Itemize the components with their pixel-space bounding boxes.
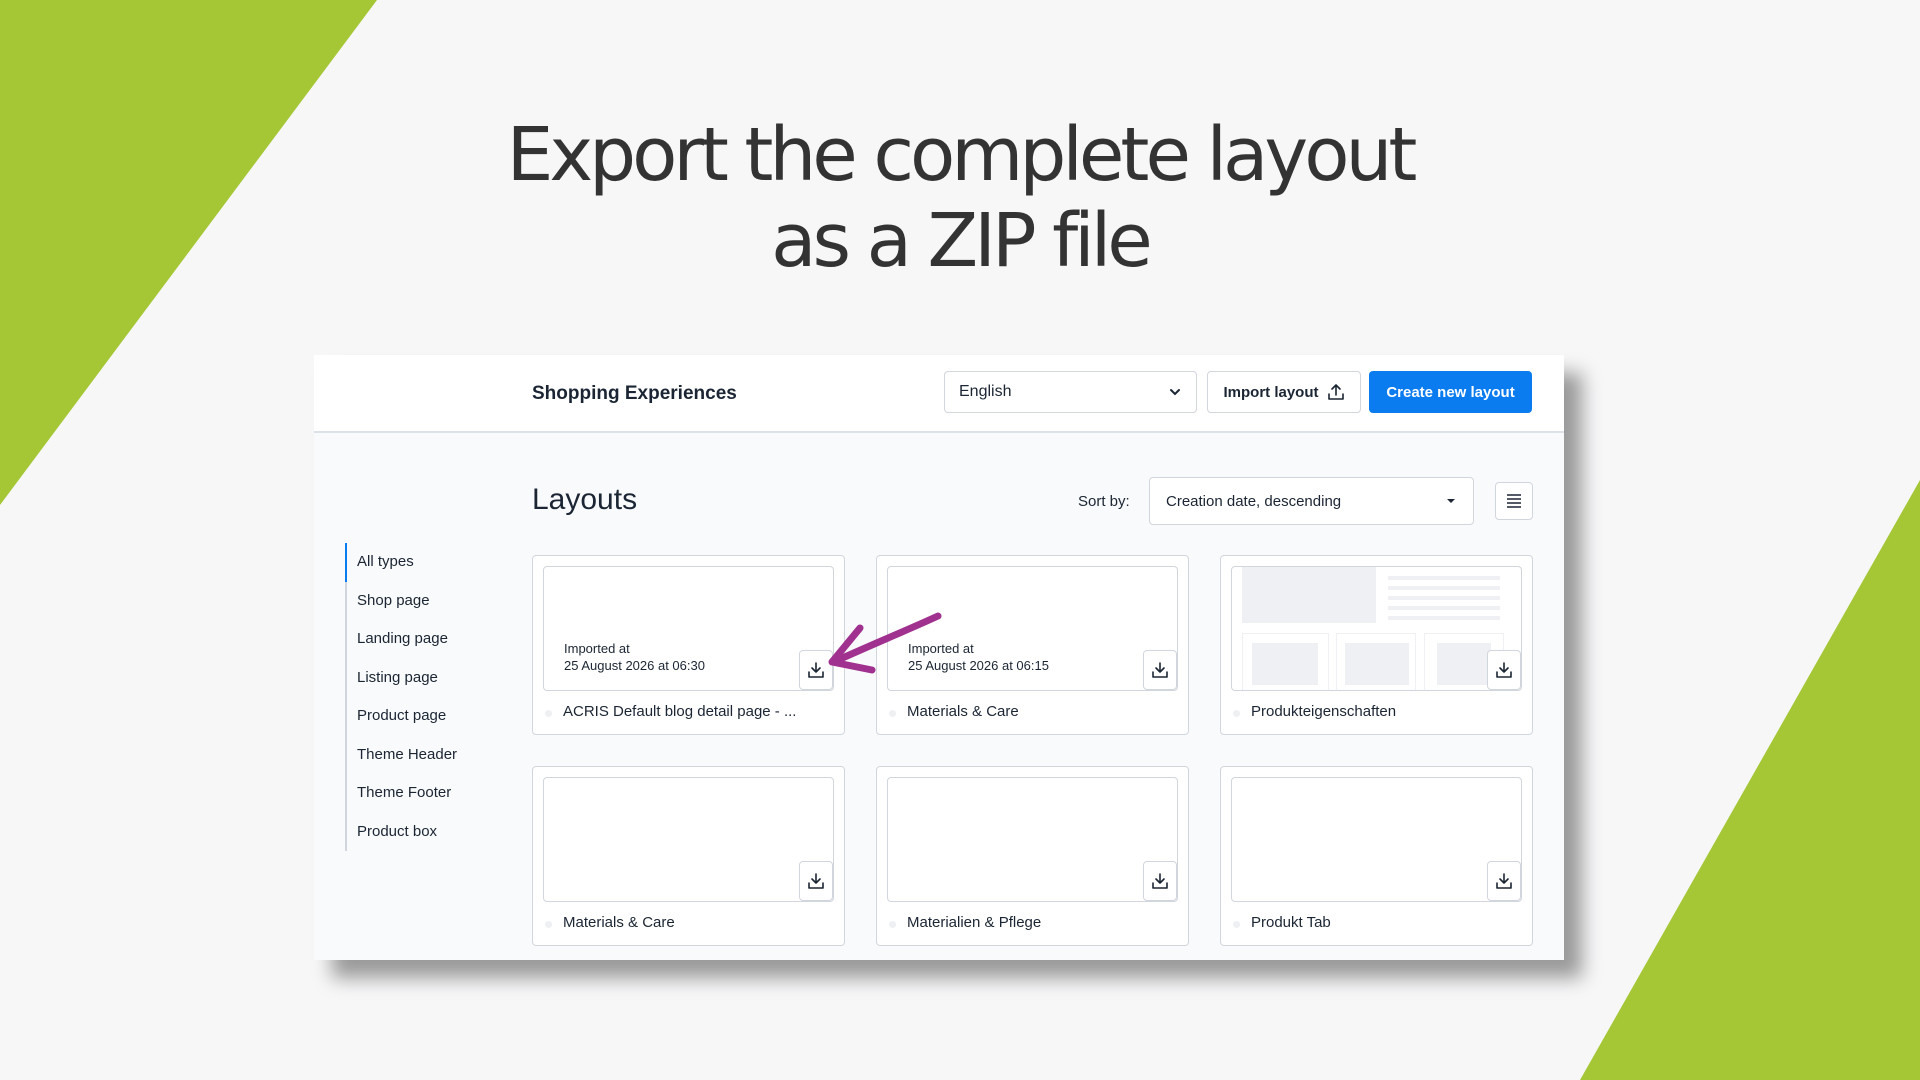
- create-new-layout-button[interactable]: Create new layout: [1369, 371, 1532, 413]
- layout-preview: [887, 777, 1178, 902]
- layout-type-sidebar: All types Shop page Landing page Listing…: [345, 543, 495, 851]
- import-layout-button[interactable]: Import layout: [1207, 371, 1361, 413]
- sidebar-item-landing-page[interactable]: Landing page: [345, 620, 495, 659]
- layout-card[interactable]: Produkt Tab: [1220, 766, 1533, 946]
- sidebar-item-theme-header[interactable]: Theme Header: [345, 736, 495, 775]
- top-bar: Shopping Experiences English Import layo…: [314, 355, 1564, 433]
- download-button[interactable]: [799, 861, 833, 901]
- status-dot: [545, 921, 552, 928]
- imported-label: Imported at: [564, 641, 630, 656]
- app-title: Shopping Experiences: [532, 383, 737, 404]
- sort-value: Creation date, descending: [1166, 492, 1342, 510]
- layout-preview: [543, 777, 834, 902]
- layout-card[interactable]: Materials & Care: [532, 766, 845, 946]
- chevron-down-icon: [1170, 389, 1180, 396]
- preview-line: [1388, 586, 1500, 590]
- status-dot: [889, 921, 896, 928]
- status-dot: [1233, 710, 1240, 717]
- import-info: Imported at 25 August 2026 at 06:30: [564, 640, 705, 674]
- status-dot: [545, 710, 552, 717]
- layout-name: ACRIS Default blog detail page - ...: [563, 703, 797, 720]
- status-dot: [889, 710, 896, 717]
- download-icon: [1496, 873, 1512, 889]
- upload-icon: [1327, 384, 1344, 400]
- language-select[interactable]: English: [944, 371, 1197, 413]
- layout-preview: [1231, 777, 1522, 902]
- layout-card[interactable]: Produkteigenschaften: [1220, 555, 1533, 735]
- download-button[interactable]: [1487, 650, 1521, 690]
- sidebar-item-product-box[interactable]: Product box: [345, 813, 495, 852]
- layout-name: Materials & Care: [563, 914, 675, 931]
- preview-line: [1388, 616, 1500, 620]
- download-icon: [1152, 662, 1168, 678]
- download-icon: [1152, 873, 1168, 889]
- sidebar-item-listing-page[interactable]: Listing page: [345, 659, 495, 698]
- layout-name: Materials & Care: [907, 703, 1019, 720]
- layout-card[interactable]: Imported at 25 August 2026 at 06:30 ACRI…: [532, 555, 845, 735]
- preview-block: [1252, 643, 1318, 685]
- preview-line: [1388, 596, 1500, 600]
- preview-line: [1388, 606, 1500, 610]
- preview-block: [1242, 567, 1376, 623]
- headline-line-1: Export the complete layout: [506, 112, 1418, 198]
- layout-name: Produkteigenschaften: [1251, 703, 1397, 720]
- preview-block: [1345, 643, 1409, 685]
- sidebar-item-product-page[interactable]: Product page: [345, 697, 495, 736]
- sort-label: Sort by:: [1078, 493, 1130, 510]
- sort-select[interactable]: Creation date, descending: [1149, 477, 1474, 525]
- headline-line-2: as a ZIP file: [771, 198, 1153, 284]
- layout-preview: [1231, 566, 1522, 691]
- slide-headline: Export the complete layout as a ZIP file: [0, 112, 1920, 284]
- sidebar-item-theme-footer[interactable]: Theme Footer: [345, 774, 495, 813]
- download-button[interactable]: [1143, 650, 1177, 690]
- language-value: English: [959, 383, 1012, 400]
- sidebar-item-all-types[interactable]: All types: [345, 543, 495, 582]
- layout-name: Materialien & Pflege: [907, 914, 1042, 931]
- download-icon: [1496, 662, 1512, 678]
- preview-block: [1437, 643, 1491, 685]
- download-button[interactable]: [1143, 861, 1177, 901]
- layout-name: Produkt Tab: [1251, 914, 1331, 931]
- green-triangle-right: [1580, 480, 1920, 1080]
- preview-line: [1388, 576, 1500, 580]
- chevron-down-icon: [1447, 499, 1455, 503]
- list-view-toggle[interactable]: [1495, 482, 1533, 520]
- imported-date: 25 August 2026 at 06:30: [564, 658, 705, 673]
- status-dot: [1233, 921, 1240, 928]
- import-layout-label: Import layout: [1223, 383, 1319, 401]
- layout-preview: Imported at 25 August 2026 at 06:30: [543, 566, 834, 691]
- page-title: Layouts: [532, 483, 638, 516]
- list-view-icon: [1507, 494, 1521, 508]
- download-icon: [808, 873, 824, 889]
- annotation-arrow: [828, 612, 942, 674]
- sidebar-item-shop-page[interactable]: Shop page: [345, 582, 495, 621]
- download-button[interactable]: [1487, 861, 1521, 901]
- layout-card[interactable]: Materialien & Pflege: [876, 766, 1189, 946]
